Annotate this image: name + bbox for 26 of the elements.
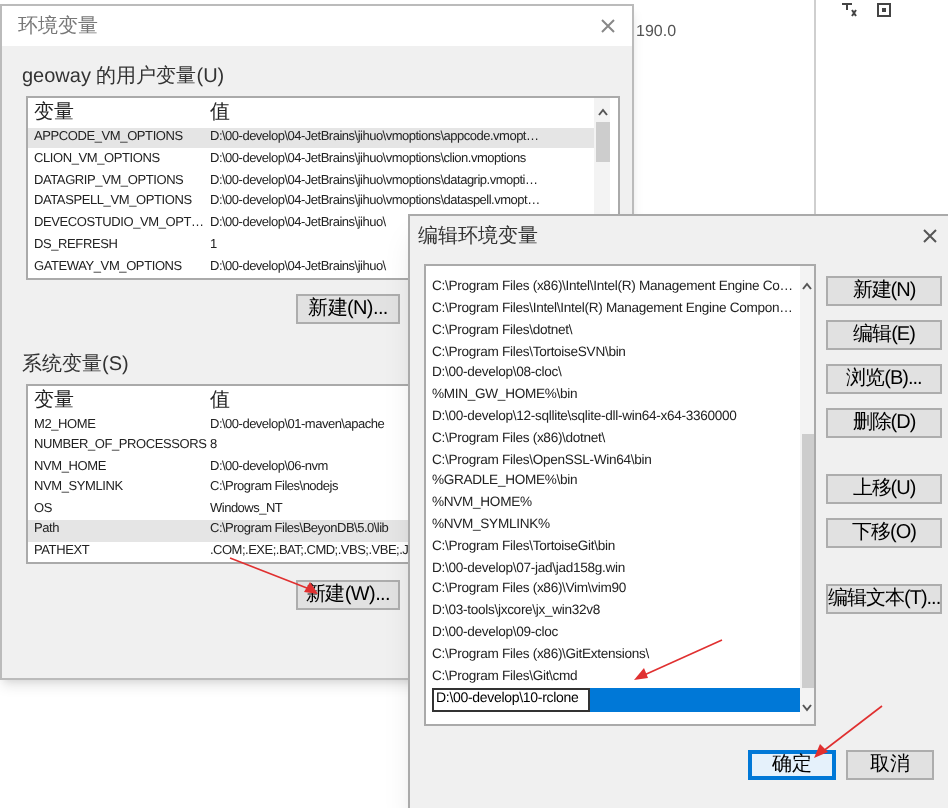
side-button[interactable]: 下移(O) [826, 518, 942, 548]
scroll-down-icon[interactable] [802, 704, 812, 712]
side-button[interactable]: 删除(D) [826, 408, 942, 438]
window-title: 编辑环境变量 [418, 223, 538, 251]
ok-button[interactable]: 确定 [748, 750, 836, 780]
window-title: 环境变量 [18, 13, 98, 41]
side-button[interactable]: 上移(U) [826, 474, 942, 504]
group-label: geoway 的用户变量(U) [22, 63, 225, 92]
scroll-up-icon[interactable] [597, 108, 607, 116]
side-button[interactable]: 编辑(E) [826, 320, 942, 350]
cancel-button[interactable]: 取消 [846, 750, 934, 780]
column-header[interactable]: 值 [210, 104, 230, 125]
close-icon[interactable] [600, 18, 616, 34]
scroll-up-icon[interactable] [802, 282, 812, 290]
column-header[interactable]: 值 [210, 392, 230, 413]
scrollbar-thumb[interactable] [801, 434, 813, 688]
new-button[interactable]: 新建(N)... [296, 294, 400, 324]
group-label: 系统变量(S) [22, 351, 129, 380]
side-button[interactable]: 编辑文本(T)... [826, 584, 942, 614]
background-text: 190.0 [636, 20, 677, 44]
close-icon[interactable] [922, 228, 938, 244]
column-header[interactable]: 变量 [28, 104, 210, 125]
side-button[interactable]: 新建(N) [826, 276, 942, 306]
scrollbar-thumb[interactable] [595, 122, 609, 162]
side-button[interactable]: 浏览(B)... [826, 364, 942, 394]
column-header[interactable]: 变量 [28, 392, 210, 413]
